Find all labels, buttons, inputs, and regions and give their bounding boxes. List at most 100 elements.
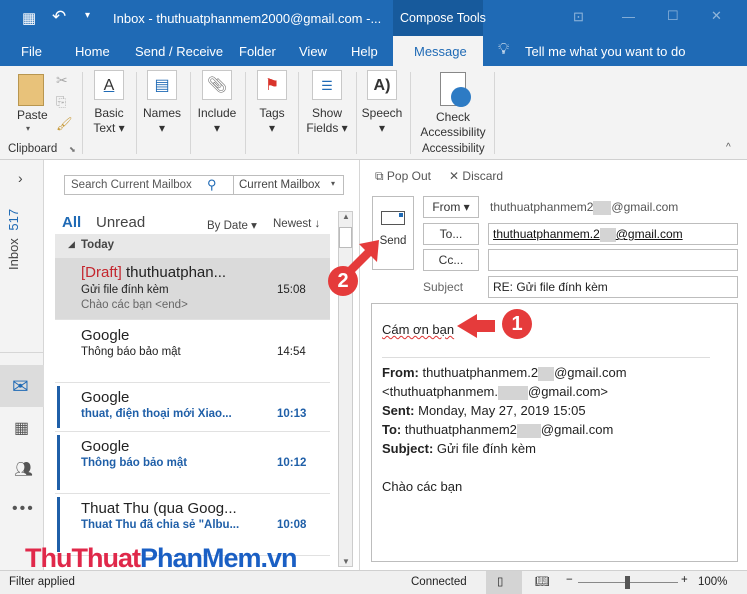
tags-button[interactable]: ⚑ Tags ▾ bbox=[252, 70, 292, 136]
collapse-group-icon[interactable]: ◢ bbox=[68, 239, 75, 250]
tab-home[interactable]: Home bbox=[75, 44, 110, 59]
speech-button[interactable]: A) Speech ▾ bbox=[360, 70, 404, 136]
divider bbox=[382, 357, 710, 358]
to-field[interactable]: thuthuatphanmem.2 @gmail.com bbox=[488, 223, 738, 245]
zoom-in-button[interactable]: + bbox=[681, 574, 688, 586]
calendar-icon[interactable]: ▦ bbox=[14, 418, 29, 438]
tell-me-search[interactable]: Tell me what you want to do bbox=[525, 44, 685, 59]
paste-icon[interactable] bbox=[18, 74, 44, 106]
names-button[interactable]: ▤ Names ▾ bbox=[140, 70, 184, 136]
filter-all[interactable]: All bbox=[62, 214, 81, 231]
search-bar: Search Current Mailbox ⚲ Current Mailbox… bbox=[64, 175, 344, 195]
order-label: Newest bbox=[273, 218, 312, 230]
format-painter-icon[interactable]: 🖌︎ bbox=[56, 116, 73, 132]
reading-view-icon[interactable]: 📖︎ bbox=[535, 574, 550, 588]
compose-tools-label: Compose Tools bbox=[400, 11, 486, 25]
discard-button[interactable]: ✕ Discard bbox=[449, 169, 503, 183]
show-fields-label: Show bbox=[311, 106, 343, 120]
tab-folder[interactable]: Folder bbox=[239, 44, 276, 59]
to-button[interactable]: To... bbox=[423, 223, 479, 245]
status-bar: Filter applied Connected ▯ 📖︎ − + 100% bbox=[0, 570, 747, 594]
step-badge-1: 1 bbox=[502, 309, 532, 339]
address-book-icon: ▤ bbox=[147, 70, 177, 100]
zoom-slider-thumb[interactable] bbox=[625, 576, 630, 589]
expand-folder-pane-icon[interactable]: › bbox=[18, 170, 23, 186]
group-label: Today bbox=[81, 239, 115, 251]
inbox-label: Inbox bbox=[6, 238, 21, 270]
chevron-down-icon[interactable]: ▾ bbox=[331, 179, 335, 188]
copy-icon[interactable]: ⎘ bbox=[56, 94, 66, 110]
from-button[interactable]: From ▾ bbox=[423, 196, 479, 218]
subject-field[interactable]: RE: Gửi file đính kèm bbox=[488, 276, 738, 298]
inbox-folder-button[interactable]: Inbox 517 bbox=[6, 190, 21, 270]
header-from: From: thuthuatphanmem.2 @gmail.com bbox=[382, 365, 627, 381]
time: 10:13 bbox=[277, 408, 307, 420]
paste-dropdown-icon[interactable]: ▾ bbox=[26, 124, 30, 133]
basic-text-button[interactable]: A Basic Text ▾ bbox=[88, 70, 130, 136]
search-scope-dropdown[interactable]: Current Mailbox bbox=[239, 179, 320, 191]
search-input[interactable]: Search Current Mailbox bbox=[71, 179, 192, 191]
sort-by-date[interactable]: By Date ▾ bbox=[207, 218, 257, 232]
arrow-annotation-1 bbox=[457, 314, 495, 338]
reply-text[interactable]: Cám ơn bạn bbox=[382, 322, 454, 337]
mail-nav-button[interactable]: ✉ bbox=[0, 365, 44, 407]
check-accessibility-button[interactable]: Check Accessibility bbox=[416, 72, 490, 140]
filter-status: Filter applied bbox=[9, 576, 75, 588]
list-item[interactable]: [Draft] thuthuatphan... Gửi file đính kè… bbox=[55, 258, 330, 320]
tab-view[interactable]: View bbox=[299, 44, 327, 59]
list-item[interactable]: Google Thông báo bảo mật 10:12 bbox=[55, 432, 330, 494]
clipboard-group-label: Clipboard bbox=[8, 143, 58, 155]
font-a-icon: A bbox=[94, 70, 124, 100]
minimize-icon[interactable]: — bbox=[622, 9, 635, 24]
divider bbox=[245, 72, 246, 154]
tab-file[interactable]: File bbox=[21, 44, 42, 59]
tab-help[interactable]: Help bbox=[351, 44, 378, 59]
from-label: From bbox=[432, 200, 461, 214]
list-item[interactable]: Google thuat, điện thoại mới Xiao... 10:… bbox=[55, 383, 330, 432]
sort-order[interactable]: Newest ↓ bbox=[273, 218, 320, 230]
divider bbox=[190, 72, 191, 154]
scroll-down-icon[interactable]: ▼ bbox=[342, 557, 350, 566]
divider bbox=[410, 72, 411, 154]
show-fields-label-2: Fields bbox=[306, 121, 339, 135]
normal-view-button[interactable]: ▯ bbox=[486, 571, 522, 594]
list-item[interactable]: Google Thông báo bảo mật 14:54 bbox=[55, 320, 330, 383]
paperclip-icon: 📎︎ bbox=[202, 70, 232, 100]
search-icon[interactable]: ⚲ bbox=[207, 177, 217, 193]
quick-access-dropdown-icon[interactable]: ▾ bbox=[85, 10, 90, 21]
more-apps-icon[interactable]: ••• bbox=[12, 500, 35, 518]
title-bar: ▦ ↶ ▾ Inbox - thuthuatphanmem2000@gmail.… bbox=[0, 0, 747, 36]
speech-label: Speech bbox=[361, 106, 403, 120]
group-header-today[interactable]: ◢ Today bbox=[55, 234, 330, 258]
lightbulb-icon: 💡︎ bbox=[498, 41, 510, 58]
cc-field[interactable] bbox=[488, 249, 738, 271]
scroll-up-icon[interactable]: ▲ bbox=[342, 212, 350, 221]
tab-message[interactable]: Message bbox=[393, 36, 483, 67]
compose-tools-context: Compose Tools bbox=[393, 0, 486, 36]
close-icon[interactable]: ✕ bbox=[711, 8, 722, 24]
dialog-launcher-icon[interactable]: ⬊ bbox=[69, 145, 76, 154]
paste-button[interactable]: Paste bbox=[17, 108, 48, 123]
flag-icon: ⚑ bbox=[257, 70, 287, 100]
step-badge-2: 2 bbox=[328, 266, 358, 296]
people-icon[interactable]: 👥︎ bbox=[14, 460, 33, 478]
fields-icon: ☰ bbox=[312, 70, 342, 100]
cc-button[interactable]: Cc... bbox=[423, 249, 479, 271]
sender: Google bbox=[81, 438, 130, 455]
tab-send-receive[interactable]: Send / Receive bbox=[135, 44, 223, 59]
maximize-icon[interactable]: ☐ bbox=[667, 8, 679, 24]
cut-icon[interactable]: ✂ bbox=[56, 72, 68, 89]
ribbon-display-icon[interactable]: ⊡ bbox=[573, 9, 584, 25]
undo-icon[interactable]: ↶ bbox=[52, 7, 66, 27]
zoom-out-button[interactable]: − bbox=[566, 574, 573, 586]
collapse-ribbon-icon[interactable]: ^ bbox=[726, 142, 731, 153]
mail-icon: ✉ bbox=[12, 376, 29, 398]
include-label: Include bbox=[197, 106, 237, 120]
include-button[interactable]: 📎︎ Include ▾ bbox=[194, 70, 240, 136]
app-icon: ▦ bbox=[22, 10, 37, 27]
show-fields-button[interactable]: ☰ Show Fields ▾ bbox=[303, 70, 351, 136]
send-envelope-icon bbox=[381, 211, 405, 225]
filter-unread[interactable]: Unread bbox=[96, 214, 145, 231]
pop-out-button[interactable]: ⧉ Pop Out bbox=[375, 169, 431, 184]
subject-label: Subject bbox=[423, 280, 464, 294]
